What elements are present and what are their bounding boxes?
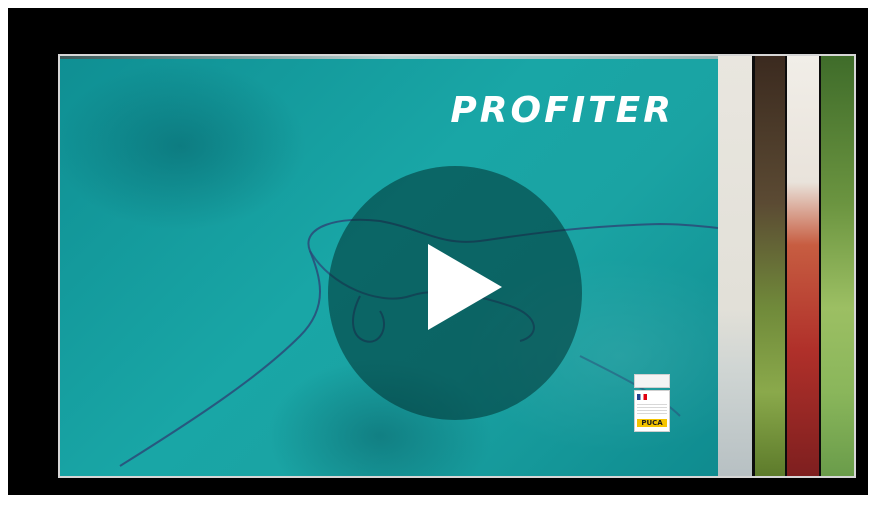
video-frame: PROFITER PUCA: [8, 8, 868, 495]
video-title: PROFITER: [450, 90, 674, 131]
badge-label: PUCA: [637, 419, 667, 427]
badge-card: PUCA: [634, 390, 670, 432]
photo-strip-tree: [755, 56, 785, 476]
photo-strips: [718, 56, 854, 476]
video-top-edge: [60, 56, 718, 59]
flag-icon: [637, 394, 647, 400]
play-icon: [428, 244, 502, 330]
video-player[interactable]: PROFITER PUCA: [58, 54, 856, 478]
photo-strip-wall: [718, 56, 752, 476]
badge-top: [634, 374, 670, 388]
photo-strip-flowers: [787, 56, 819, 476]
badge-card-lines: [637, 404, 667, 416]
partner-badge: PUCA: [634, 374, 670, 432]
play-button[interactable]: [328, 166, 582, 420]
photo-strip-garden: [821, 56, 854, 476]
